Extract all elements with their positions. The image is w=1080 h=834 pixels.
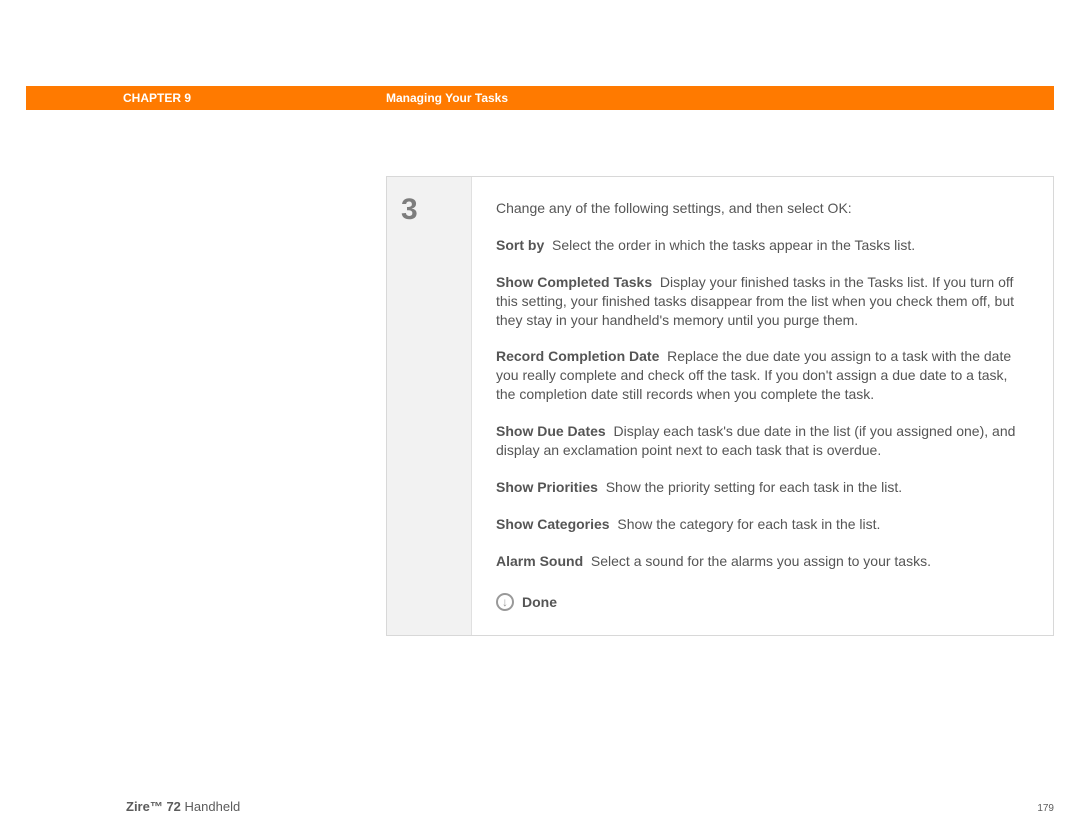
setting-label: Sort by xyxy=(496,237,544,253)
setting-label: Show Priorities xyxy=(496,479,598,495)
chapter-title: Managing Your Tasks xyxy=(386,91,508,105)
product-name-bold: Zire™ 72 xyxy=(126,799,181,814)
page-footer: Zire™ 72 Handheld 179 xyxy=(126,799,1054,814)
setting-alarm-sound: Alarm Sound Select a sound for the alarm… xyxy=(496,552,1029,571)
setting-record-completion-date: Record Completion Date Replace the due d… xyxy=(496,347,1029,404)
setting-show-due-dates: Show Due Dates Display each task's due d… xyxy=(496,422,1029,460)
setting-label: Record Completion Date xyxy=(496,348,659,364)
step-text-column: Change any of the following settings, an… xyxy=(471,177,1053,635)
setting-label: Show Categories xyxy=(496,516,610,532)
done-indicator: ↓ Done xyxy=(496,593,1029,612)
step-number: 3 xyxy=(401,193,471,227)
step-intro: Change any of the following settings, an… xyxy=(496,199,1029,218)
chapter-label: CHAPTER 9 xyxy=(123,91,191,105)
done-label: Done xyxy=(522,593,557,612)
page-number: 179 xyxy=(1037,803,1054,814)
product-name-rest: Handheld xyxy=(181,799,240,814)
setting-desc: Show the priority setting for each task … xyxy=(606,479,902,495)
step-content-box: 3 Change any of the following settings, … xyxy=(386,176,1054,636)
setting-label: Show Due Dates xyxy=(496,423,606,439)
product-name: Zire™ 72 Handheld xyxy=(126,799,240,814)
setting-desc: Select the order in which the tasks appe… xyxy=(552,237,915,253)
chapter-header-bar: CHAPTER 9 Managing Your Tasks xyxy=(26,86,1054,110)
setting-label: Show Completed Tasks xyxy=(496,274,652,290)
setting-sort-by: Sort by Select the order in which the ta… xyxy=(496,236,1029,255)
done-arrow-icon: ↓ xyxy=(496,593,514,611)
setting-desc: Show the category for each task in the l… xyxy=(617,516,880,532)
setting-desc: Select a sound for the alarms you assign… xyxy=(591,553,931,569)
step-number-column: 3 xyxy=(387,177,471,635)
setting-label: Alarm Sound xyxy=(496,553,583,569)
setting-show-completed-tasks: Show Completed Tasks Display your finish… xyxy=(496,273,1029,330)
setting-show-priorities: Show Priorities Show the priority settin… xyxy=(496,478,1029,497)
setting-show-categories: Show Categories Show the category for ea… xyxy=(496,515,1029,534)
